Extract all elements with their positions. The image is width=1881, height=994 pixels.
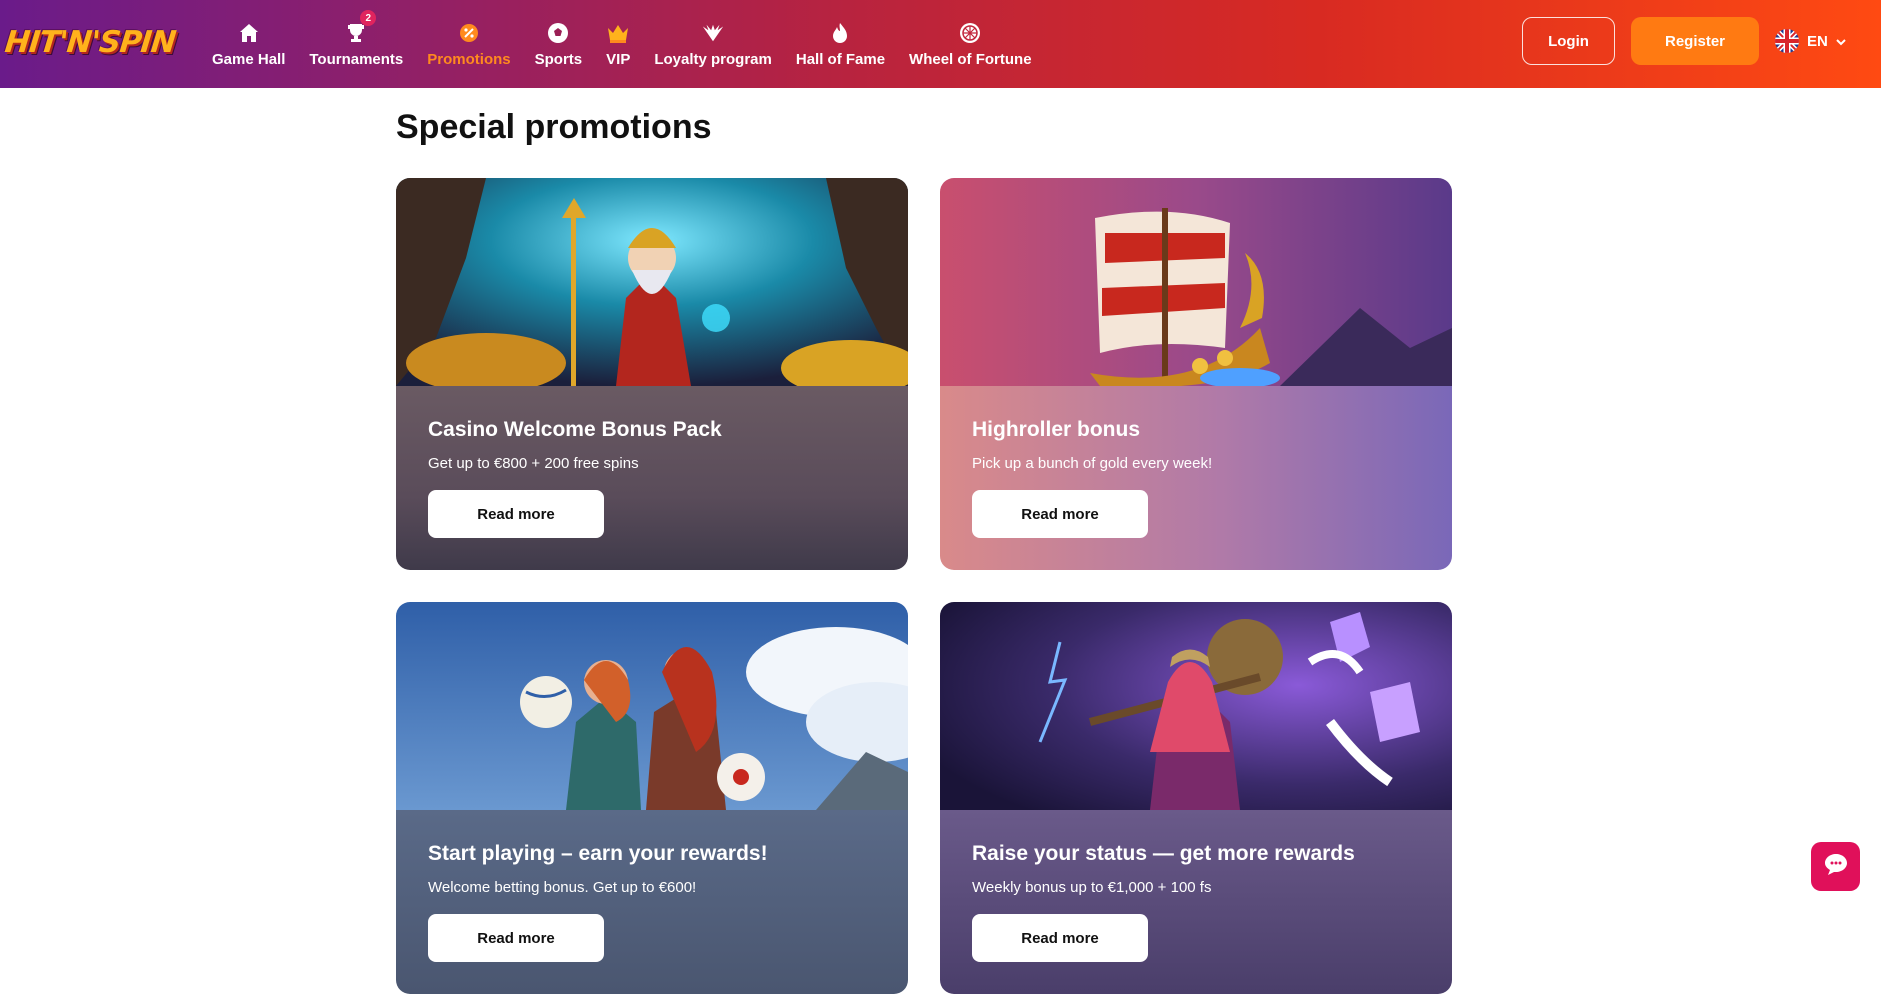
nav-label: Loyalty program [654,50,772,68]
read-more-button[interactable]: Read more [972,914,1148,962]
ball-icon [546,21,570,45]
nav-tournaments[interactable]: 2 Tournaments [297,0,415,88]
register-button[interactable]: Register [1631,17,1759,65]
promo-panel [940,810,1452,994]
promo-title: Start playing – earn your rewards! [428,842,768,865]
top-header: HIT'N'SPIN Game Hall 2 Tournaments Promo… [0,0,1881,88]
nav-loyalty[interactable]: Loyalty program [642,0,784,88]
promo-title: Casino Welcome Bonus Pack [428,418,722,441]
promo-panel [396,810,908,994]
nav-hall-of-fame[interactable]: Hall of Fame [784,0,897,88]
promo-card[interactable]: Highroller bonus Pick up a bunch of gold… [940,178,1452,570]
read-more-button[interactable]: Read more [428,490,604,538]
wings-icon [701,21,725,45]
nav-label: Tournaments [309,50,404,68]
live-chat-button[interactable] [1811,842,1860,891]
crown-icon [606,21,630,45]
promo-description: Weekly bonus up to €1,000 + 100 fs [972,879,1212,896]
promo-panel [940,386,1452,570]
nav-label: Promotions [427,50,511,68]
read-more-button[interactable]: Read more [428,914,604,962]
promo-title: Highroller bonus [972,418,1140,441]
nav-vip[interactable]: VIP [594,0,642,88]
nav-label: Game Hall [212,50,286,68]
promo-card[interactable]: Start playing – earn your rewards! Welco… [396,602,908,994]
nav-game-hall[interactable]: Game Hall [200,0,297,88]
language-selector[interactable]: EN [1775,28,1846,54]
language-code: EN [1807,32,1828,50]
read-more-button[interactable]: Read more [972,490,1148,538]
main-nav: Game Hall 2 Tournaments Promotions Sport… [200,0,1044,88]
site-logo[interactable]: HIT'N'SPIN [4,18,178,66]
promo-image [940,602,1452,810]
promo-description: Welcome betting bonus. Get up to €600! [428,879,697,896]
promo-card[interactable]: Raise your status — get more rewards Wee… [940,602,1452,994]
chevron-down-icon [1836,33,1846,50]
logo-text: HIT'N'SPIN [3,24,178,60]
promo-image [396,602,908,810]
promo-description: Get up to €800 + 200 free spins [428,455,639,472]
page-title: Special promotions [396,108,712,146]
promo-image [940,178,1452,388]
nav-wheel-of-fortune[interactable]: Wheel of Fortune [897,0,1044,88]
login-button[interactable]: Login [1522,17,1615,65]
promo-icon [457,21,481,45]
promo-image [396,178,908,396]
promo-card[interactable]: Casino Welcome Bonus Pack Get up to €800… [396,178,908,570]
nav-promotions[interactable]: Promotions [415,0,522,88]
promo-panel [396,386,908,570]
nav-label: Wheel of Fortune [909,50,1032,68]
flame-icon [828,21,852,45]
wheel-icon [958,21,982,45]
home-icon [237,21,261,45]
nav-label: Sports [534,50,583,68]
promo-description: Pick up a bunch of gold every week! [972,455,1213,472]
tournament-badge: 2 [360,10,377,26]
nav-sports[interactable]: Sports [523,0,595,88]
uk-flag-icon [1775,29,1799,53]
chat-bubble-icon [1824,853,1848,880]
nav-label: VIP [606,50,631,68]
nav-label: Hall of Fame [795,50,886,68]
promo-title: Raise your status — get more rewards [972,842,1355,865]
